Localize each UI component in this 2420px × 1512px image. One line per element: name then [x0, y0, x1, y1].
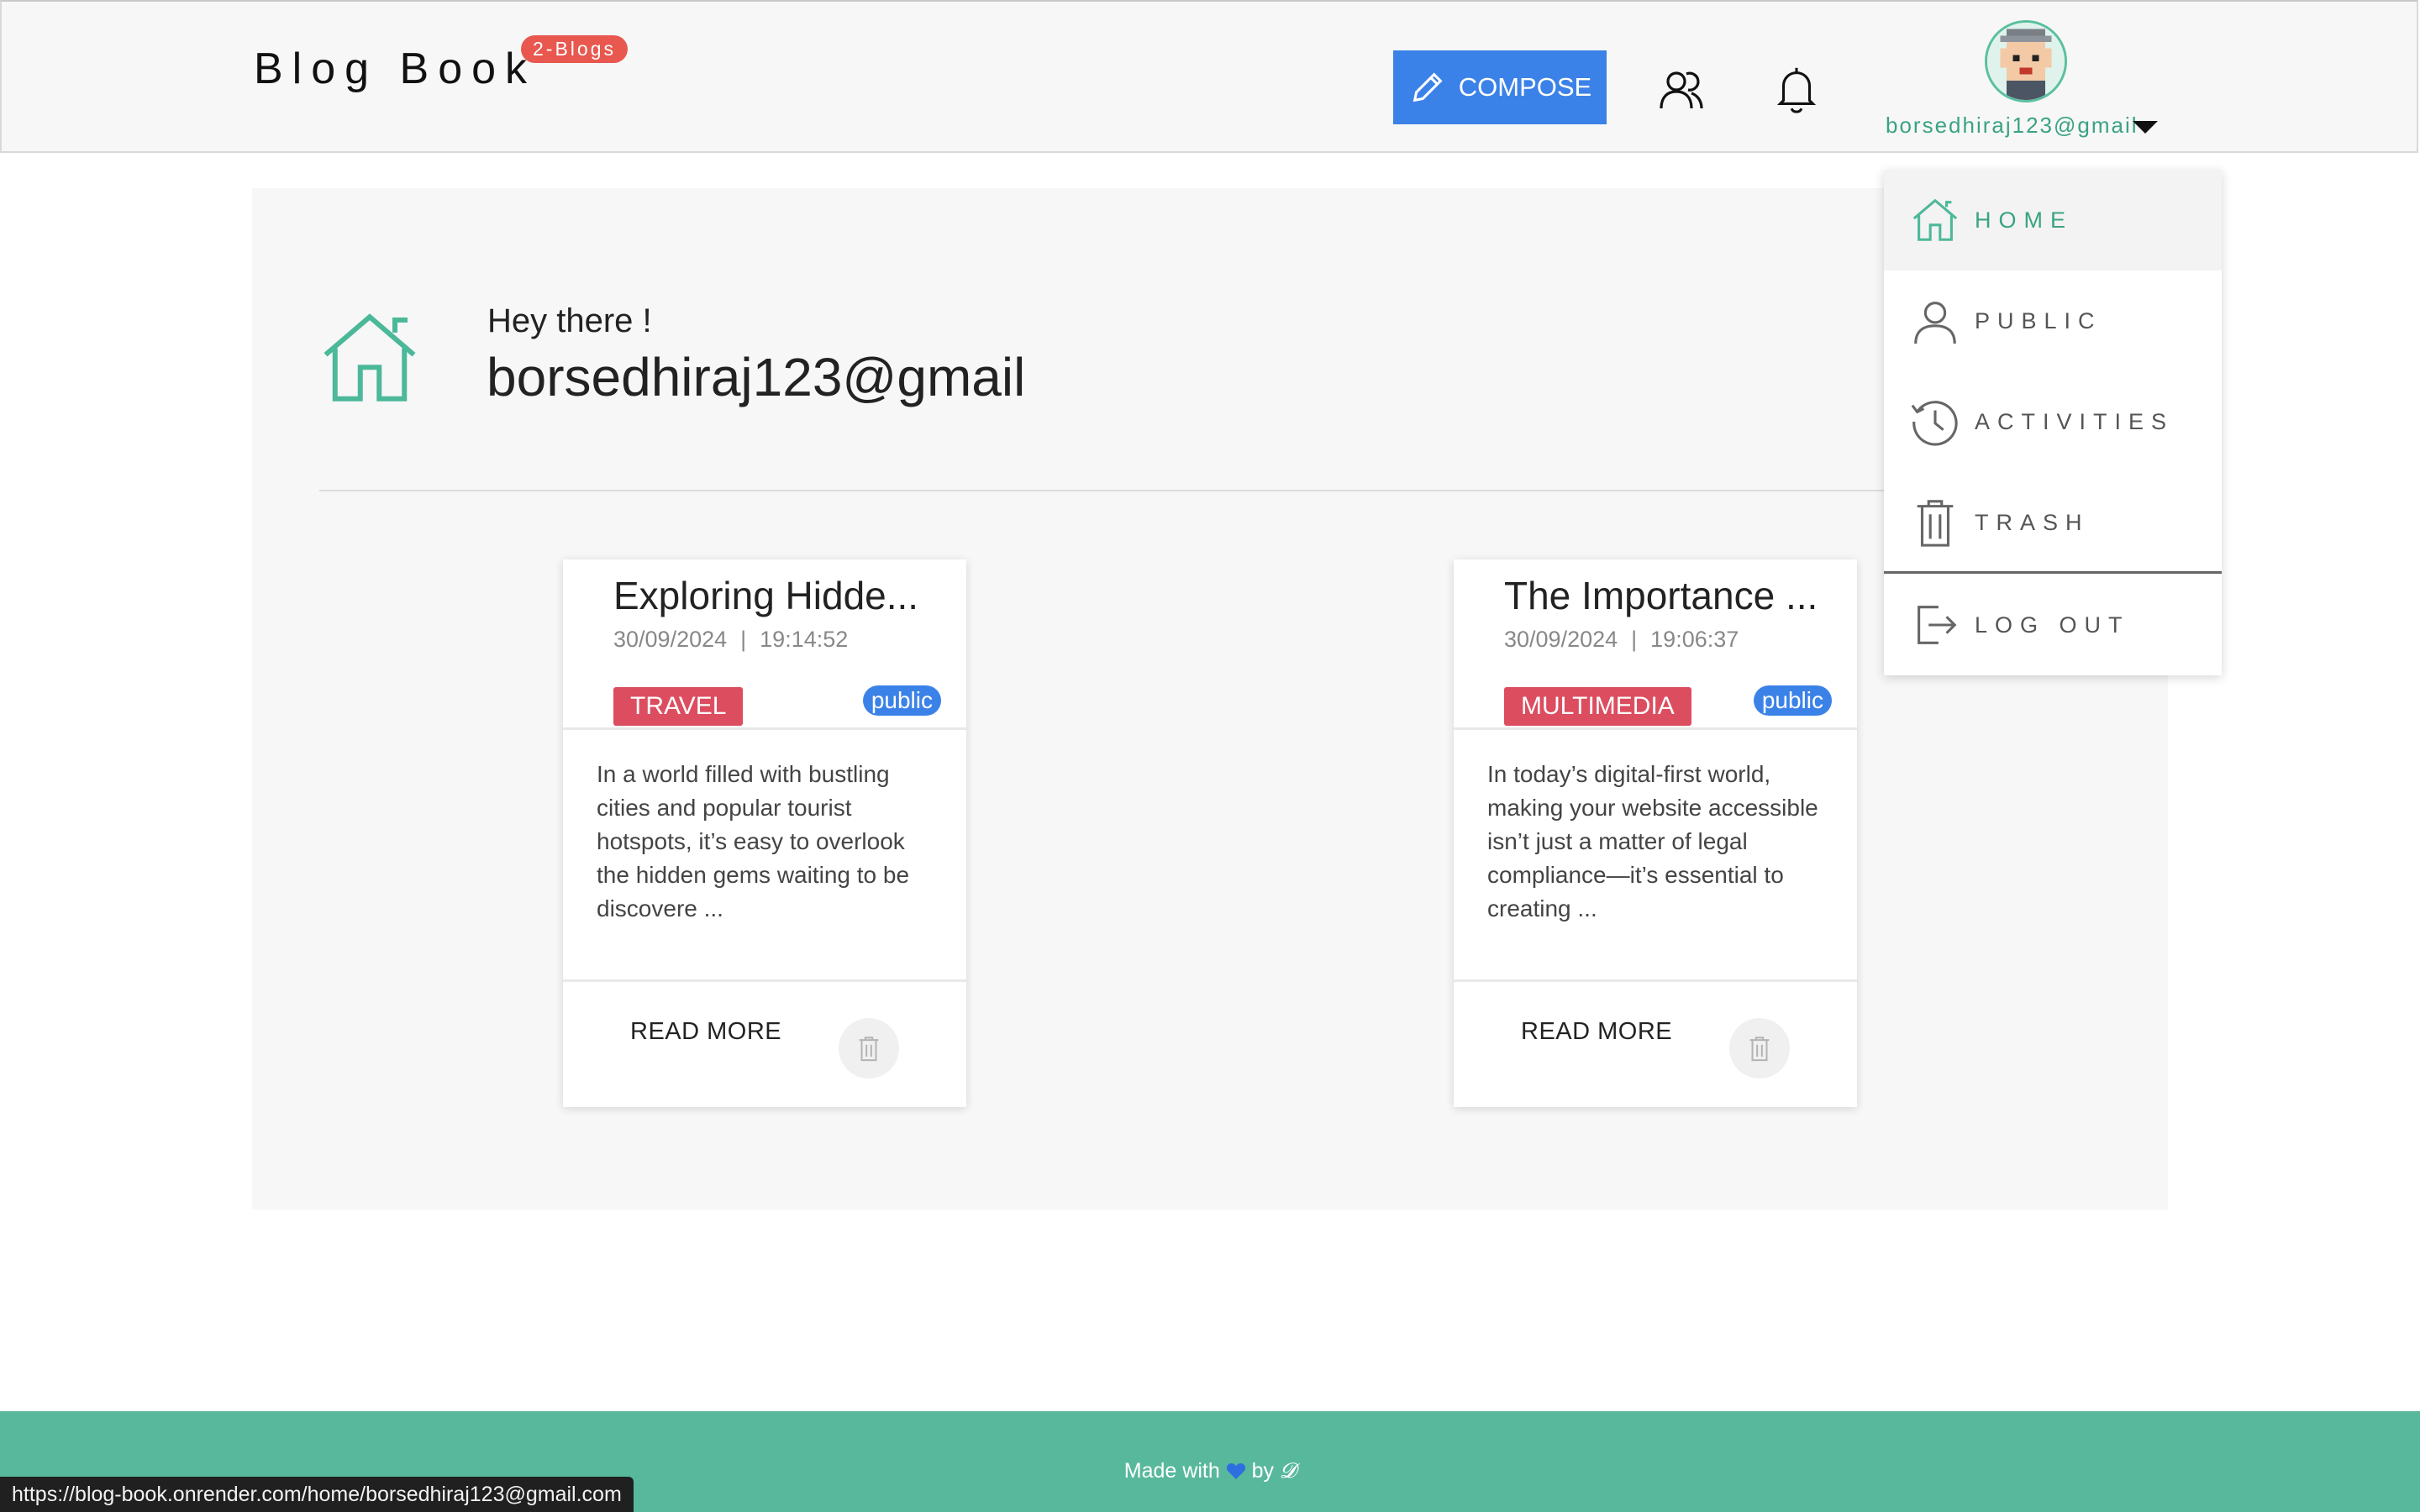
menu-item-label: ACTIVITIES — [1975, 408, 2175, 434]
menu-item-public[interactable]: PUBLIC — [1884, 270, 2222, 371]
menu-item-label: LOG OUT — [1975, 612, 2130, 638]
menu-item-logout[interactable]: LOG OUT — [1884, 575, 2222, 675]
footer-by: by — [1251, 1459, 1275, 1483]
notifications-button[interactable] — [1766, 59, 1827, 119]
pencil-icon — [1413, 72, 1443, 102]
menu-item-activities[interactable]: ACTIVITIES — [1884, 371, 2222, 472]
heart-icon — [1226, 1463, 1245, 1479]
divider — [563, 727, 966, 730]
blog-card: The Importance ... 30/09/2024 | 19:06:37 M… — [1454, 559, 1857, 1107]
trash-icon — [1749, 1037, 1770, 1062]
card-excerpt: In a world filled with bustling cities a… — [597, 761, 910, 921]
menu-item-label: HOME — [1975, 207, 2073, 233]
history-icon — [1911, 401, 1958, 446]
footer-made-with: Made with — [1123, 1459, 1220, 1483]
compose-button[interactable]: COMPOSE — [1393, 50, 1607, 124]
read-more-button[interactable]: READ MORE — [1521, 1018, 1672, 1046]
people-button[interactable] — [1652, 60, 1711, 119]
divider — [319, 490, 2101, 491]
card-title[interactable]: The Importance ... — [1504, 573, 1818, 618]
meta-separator: | — [740, 627, 747, 652]
logout-icon — [1918, 606, 1957, 644]
blog-count-badge: 2-Blogs — [521, 35, 628, 63]
compose-label: COMPOSE — [1458, 72, 1592, 102]
divider — [563, 979, 966, 982]
divider — [1884, 571, 2222, 574]
card-meta: 30/09/2024 | 19:14:52 — [613, 627, 848, 653]
chevron-down-icon[interactable] — [2133, 121, 2158, 134]
meta-separator: | — [1631, 627, 1638, 652]
avatar[interactable] — [1985, 20, 2067, 102]
divider — [1454, 727, 1857, 730]
page-title: borsedhiraj123@gmail — [487, 347, 1026, 407]
bell-icon — [1776, 67, 1817, 113]
card-date: 30/09/2024 — [1504, 627, 1618, 652]
menu-item-label: PUBLIC — [1975, 307, 2102, 333]
footer-signature[interactable]: 𝓓 — [1280, 1458, 1296, 1483]
trash-icon — [1917, 500, 1954, 547]
main-panel: Hey there ! borsedhiraj123@gmail Explori… — [252, 188, 2168, 1210]
blog-card: Exploring Hidde... 30/09/2024 | 19:14:52 T… — [563, 559, 966, 1107]
brand-logo[interactable]: Blog Book — [254, 44, 536, 94]
status-bar-url: https://blog-book.onrender.com/home/bors… — [0, 1477, 634, 1512]
visibility-badge: public — [1753, 685, 1832, 716]
visibility-badge: public — [862, 685, 941, 716]
user-dropdown-menu: HOME PUBLIC ACTIVITIES TRASH LOG OUT — [1884, 170, 2222, 675]
delete-button[interactable] — [839, 1018, 899, 1079]
menu-item-home[interactable]: HOME — [1884, 170, 2222, 270]
category-tag: TRAVEL — [613, 687, 744, 726]
card-time: 19:14:52 — [760, 627, 849, 652]
menu-item-label: TRASH — [1975, 509, 2090, 535]
user-email-toggle[interactable]: borsedhiraj123@gmail — [1886, 113, 2139, 139]
people-icon — [1660, 71, 1703, 109]
user-icon — [1914, 302, 1956, 344]
trash-icon — [859, 1037, 879, 1062]
card-title[interactable]: Exploring Hidde... — [613, 573, 918, 618]
delete-button[interactable] — [1729, 1018, 1790, 1079]
home-icon — [1912, 198, 1958, 241]
divider — [1454, 979, 1857, 982]
card-time: 19:06:37 — [1650, 627, 1739, 652]
top-navbar: Blog Book 2-Blogs COMPOSE borsedhiraj123… — [0, 0, 2418, 153]
card-date: 30/09/2024 — [613, 627, 728, 652]
read-more-button[interactable]: READ MORE — [630, 1018, 781, 1046]
pixel-avatar-icon — [1987, 23, 2065, 100]
home-icon — [324, 313, 416, 402]
category-tag: MULTIMEDIA — [1504, 687, 1691, 726]
greeting-text: Hey there ! — [487, 302, 652, 339]
card-meta: 30/09/2024 | 19:06:37 — [1504, 627, 1739, 653]
menu-item-trash[interactable]: TRASH — [1884, 472, 2222, 573]
card-excerpt: In today’s digital-first world, making y… — [1487, 761, 1818, 921]
